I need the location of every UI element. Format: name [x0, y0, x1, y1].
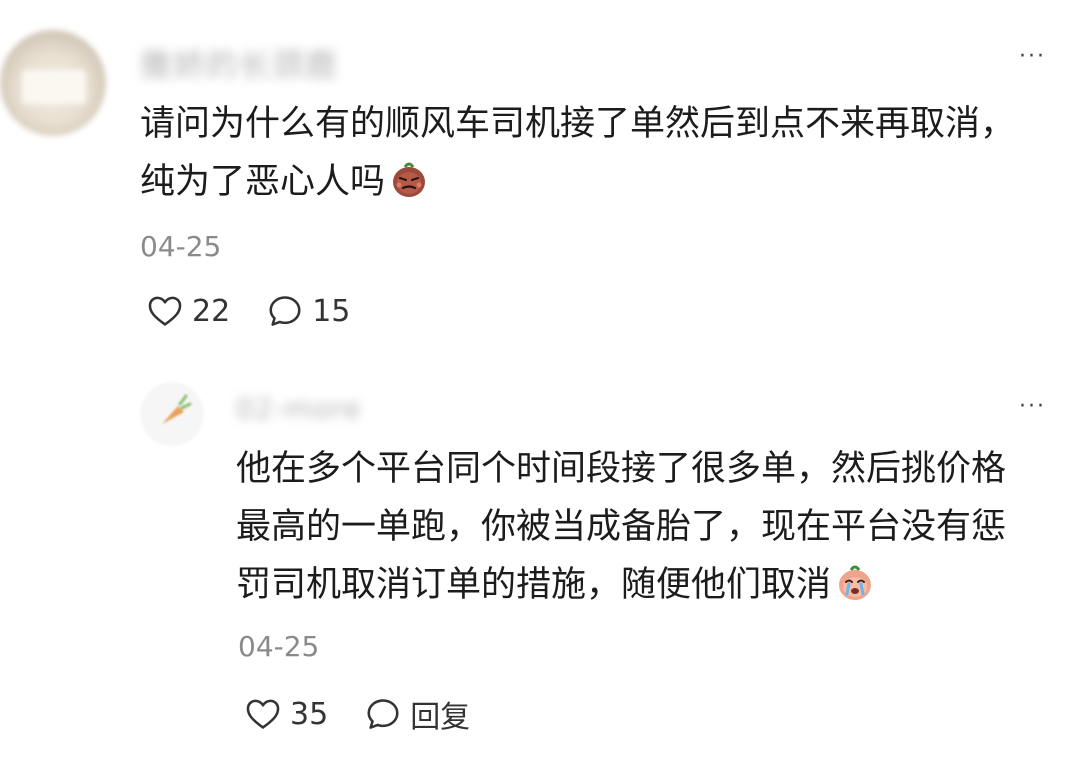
comment-text-content: 请问为什么有的顺风车司机接了单然后到点不来再取消，纯为了恶心人吗	[140, 104, 1016, 202]
angry-sweet-potato-emoji	[393, 162, 426, 197]
comment-date: 04-25	[140, 230, 222, 263]
comment-date: 04-25	[238, 630, 320, 663]
username[interactable]: 撒娇的长颈鹿	[140, 40, 338, 86]
comment-bubble-icon	[367, 699, 399, 729]
like-count: 35	[290, 696, 329, 732]
comment-text[interactable]: 请问为什么有的顺风车司机接了单然后到点不来再取消，纯为了恶心人吗	[140, 95, 1020, 211]
comment-text-content: 他在多个平台同个时间段接了很多单，然后挑价格最高的一单跑，你被当成备胎了，现在平…	[236, 449, 1007, 605]
avatar[interactable]	[0, 30, 106, 136]
avatar[interactable]	[140, 382, 204, 446]
like-count: 22	[192, 293, 231, 329]
comment-actions: 35 回复	[244, 692, 506, 736]
carrot-avatar-icon	[162, 394, 192, 424]
more-dots-icon[interactable]: ···	[1019, 396, 1046, 418]
like-button[interactable]: 35	[244, 695, 328, 733]
comment-text[interactable]: 他在多个平台同个时间段接了很多单，然后挑价格最高的一单跑，你被当成备胎了，现在平…	[236, 440, 1036, 614]
reply-count: 15	[312, 293, 351, 329]
comment-actions: 22 15	[146, 292, 386, 330]
heart-outline-icon	[246, 699, 280, 729]
more-dots-icon[interactable]: ···	[1019, 46, 1046, 68]
reply-button[interactable]: 15	[266, 292, 350, 330]
comment-bubble-icon	[269, 296, 301, 326]
reply-label: 回复	[410, 700, 471, 735]
reply-item: 02-more ··· 他在多个平台同个时间段接了很多单，然后挑价格最高的一单跑…	[0, 360, 1080, 768]
comment-item: 撒娇的长颈鹿 ··· 请问为什么有的顺风车司机接了单然后到点不来再取消，纯为了恶…	[0, 0, 1080, 360]
username[interactable]: 02-more	[236, 392, 361, 425]
like-button[interactable]: 22	[146, 292, 230, 330]
reply-button[interactable]: 回复	[364, 692, 470, 736]
heart-outline-icon	[148, 296, 182, 326]
crying-sweet-potato-emoji	[839, 565, 872, 600]
